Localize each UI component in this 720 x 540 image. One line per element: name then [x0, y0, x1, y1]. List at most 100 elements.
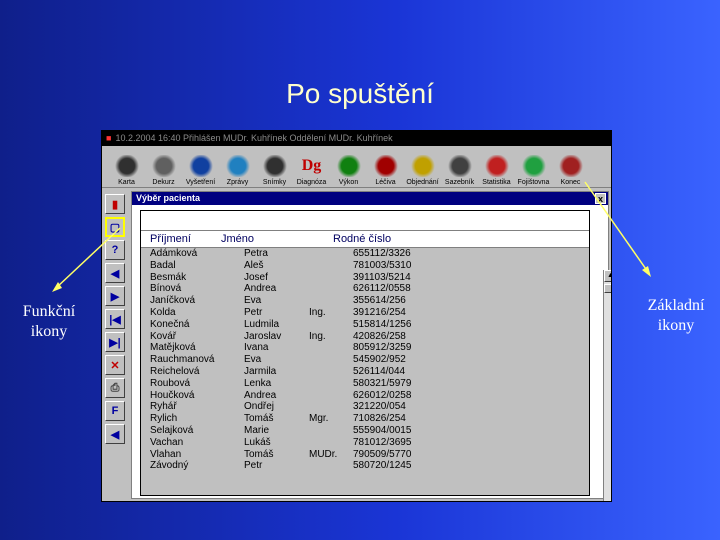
table-row[interactable]: Houčková Andrea 626012/0258: [141, 390, 589, 402]
toolbar-button-6[interactable]: Výkon: [330, 148, 367, 186]
print-icon[interactable]: ⎙: [105, 378, 125, 398]
toolbar-button-label: Vyšetření: [185, 179, 216, 186]
table-row[interactable]: Bínová Andrea 626112/0558: [141, 283, 589, 295]
table-row[interactable]: Selajková Marie 555904/0015: [141, 425, 589, 437]
back-icon[interactable]: ◀: [105, 424, 125, 444]
cell-firstname: Lukáš: [244, 436, 271, 448]
prev-icon[interactable]: ◀: [105, 263, 125, 283]
table-row[interactable]: Konečná Ludmila 515814/1256: [141, 319, 589, 331]
cell-surname: Adámková: [150, 248, 198, 259]
cell-birth-number: 790509/5770: [353, 448, 412, 460]
toolbar-button-label: Dekurz: [152, 179, 175, 186]
next-icon[interactable]: ▶: [105, 286, 125, 306]
list-scrollbar[interactable]: ▲ ▼: [603, 270, 611, 501]
toolbar-button-10[interactable]: Statistika: [478, 148, 515, 186]
cell-surname: Vachan: [150, 436, 184, 448]
cell-surname: Houčková: [150, 389, 195, 401]
table-row[interactable]: Kolda Petr Ing. 391216/254: [141, 307, 589, 319]
last-icon[interactable]: ▶|: [105, 332, 125, 352]
cell-firstname: Eva: [244, 295, 262, 307]
toolbar-button-label: Statistika: [482, 179, 511, 186]
cell-surname: Kolda: [150, 306, 176, 318]
patient-list: Příjmení Jméno Rodné číslo Adámková Petra…: [140, 210, 590, 496]
scroll-thumb[interactable]: [604, 284, 611, 293]
column-headers: Příjmení Jméno Rodné číslo: [141, 231, 589, 248]
toolbar-button-3[interactable]: Zprávy: [219, 148, 256, 186]
syringe-icon: [335, 155, 362, 177]
cell-surname: Janíčková: [150, 295, 196, 307]
table-row[interactable]: Besmák Josef 391103/5214: [141, 272, 589, 284]
cell-surname: Vlahan: [150, 448, 182, 460]
cell-title: Ing.: [309, 306, 326, 318]
table-row[interactable]: Rauchmanová Eva 545902/952: [141, 354, 589, 366]
cell-birth-number: 420826/258: [353, 330, 406, 342]
filter-icon[interactable]: F: [105, 401, 125, 421]
app-window: ■ 10.2.2004 16:40 Přihlášen MUDr. Kuhříne…: [101, 130, 612, 502]
lab-tubes-icon: [187, 155, 214, 177]
book-icon[interactable]: ▮: [105, 194, 125, 214]
table-row[interactable]: Vachan Lukáš 781012/3695: [141, 437, 589, 449]
toolbar-button-0[interactable]: Karta: [108, 148, 145, 186]
table-row[interactable]: Rylich Tomáš Mgr. 710826/254: [141, 413, 589, 425]
cell-firstname: Marie: [244, 424, 270, 436]
panel-title: Výběr pacienta x: [132, 192, 608, 205]
delete-icon[interactable]: ✕: [105, 355, 125, 375]
first-icon[interactable]: |◀: [105, 309, 125, 329]
toolbar-button-1[interactable]: Dekurz: [145, 148, 182, 186]
table-row[interactable]: Reichelová Jarmila 526114/044: [141, 366, 589, 378]
cell-firstname: Ivana: [244, 342, 269, 354]
search-input[interactable]: [141, 211, 589, 231]
table-row[interactable]: Badal Aleš 781003/5310: [141, 260, 589, 272]
cell-firstname: Tomáš: [244, 413, 274, 425]
toolbar-button-12[interactable]: Konec: [552, 148, 589, 186]
header-surname[interactable]: Příjmení: [150, 233, 191, 245]
slide-title: Po spuštění: [286, 78, 434, 109]
scroll-up-icon[interactable]: ▲: [604, 270, 611, 282]
table-row[interactable]: Kovář Jaroslav Ing. 420826/258: [141, 331, 589, 343]
toolbar-button-label: Léčiva: [375, 179, 396, 186]
cell-birth-number: 580720/1245: [353, 460, 412, 472]
table-row[interactable]: Matějková Ivana 805912/3259: [141, 342, 589, 354]
app-system-icon[interactable]: ■: [106, 133, 111, 143]
label-function-icons: Funkční ikony: [22, 303, 76, 340]
cell-title: Mgr.: [309, 413, 329, 425]
toolbar-button-8[interactable]: Objednání: [404, 148, 441, 186]
cell-surname: Badal: [150, 259, 176, 271]
table-row[interactable]: Janíčková Eva 355614/256: [141, 295, 589, 307]
eye-icon: [150, 155, 177, 177]
panel-close-button[interactable]: x: [595, 193, 606, 204]
toolbar-button-7[interactable]: Léčiva: [367, 148, 404, 186]
table-row[interactable]: Adámková Petra 655112/3326: [141, 248, 589, 260]
cell-title: MUDr.: [309, 448, 338, 460]
cell-firstname: Aleš: [244, 259, 264, 271]
toolbar-button-5[interactable]: Dg Diagnóza: [293, 148, 330, 186]
toolbar-button-4[interactable]: Snímky: [256, 148, 293, 186]
table-row[interactable]: Vlahan Tomáš MUDr. 790509/5770: [141, 449, 589, 461]
cell-surname: Ryhář: [150, 401, 177, 413]
pricelist-icon: [446, 155, 473, 177]
statistics-icon: [483, 155, 510, 177]
table-row[interactable]: Ryhář Ondřej 321220/054: [141, 401, 589, 413]
toolbar-button-9[interactable]: Sazebník: [441, 148, 478, 186]
header-birth-number[interactable]: Rodné číslo: [333, 233, 391, 245]
table-row[interactable]: Závodný Petr 580720/1245: [141, 460, 589, 472]
help-icon[interactable]: ?: [105, 240, 125, 260]
arrow-right-head: [642, 266, 651, 277]
cell-birth-number: 526114/044: [353, 365, 406, 377]
toolbar-button-2[interactable]: Vyšetření: [182, 148, 219, 186]
cell-surname: Bínová: [150, 283, 182, 295]
cell-firstname: Josef: [244, 271, 268, 283]
header-firstname[interactable]: Jméno: [221, 233, 254, 245]
cell-firstname: Petr: [244, 460, 263, 472]
patient-selection-panel: Výběr pacienta x Příjmení Jméno Rodné čí…: [131, 191, 611, 501]
cell-birth-number: 626112/0558: [353, 283, 411, 295]
panel-title-text: Výběr pacienta: [136, 193, 201, 203]
toolbar-button-label: Objednání: [406, 179, 439, 186]
window-icon[interactable]: ▢: [105, 217, 125, 237]
cell-surname: Rauchmanová: [150, 354, 215, 366]
table-row[interactable]: Roubová Lenka 580321/5979: [141, 378, 589, 390]
toolbar-button-11[interactable]: Fojištovna: [515, 148, 552, 186]
main-toolbar: Karta Dekurz Vyšetření Zprávy Snímky Dg Diagnó…: [102, 146, 611, 188]
order-icon: [409, 155, 436, 177]
insurance-icon: [520, 155, 547, 177]
